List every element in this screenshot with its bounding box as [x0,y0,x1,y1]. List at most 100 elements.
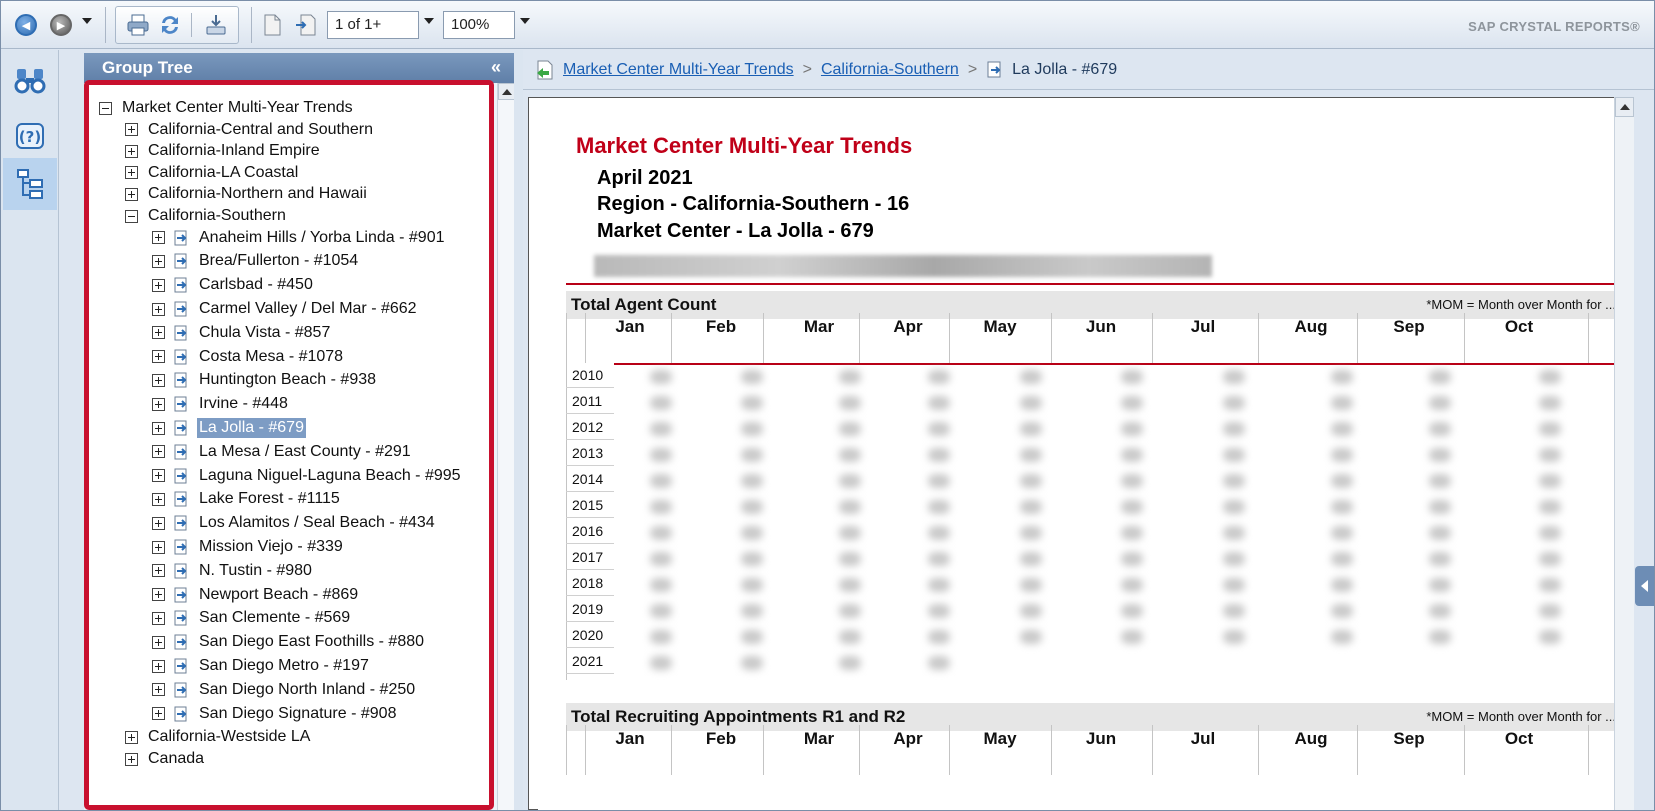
expand-icon[interactable] [152,611,165,625]
tree-node-market-center[interactable]: Los Alamitos / Seal Beach - #434 [152,512,437,534]
tree-node-market-center[interactable]: Carmel Valley / Del Mar - #662 [152,298,419,320]
page-number-input[interactable]: 1 of 1+ [327,11,419,39]
breadcrumb-item-root[interactable]: Market Center Multi-Year Trends [563,61,794,79]
group-tree-panel-button[interactable] [3,158,57,210]
back-button[interactable]: ◀ [13,12,39,38]
expand-icon[interactable] [152,588,165,602]
collapse-panel-button[interactable]: « [486,57,506,77]
collapse-icon[interactable] [125,209,138,223]
tree-node-market-center[interactable]: La Jolla - #679 [152,417,306,439]
forward-button[interactable]: ▶ [48,12,74,38]
tree-node-market-center[interactable]: N. Tustin - #980 [152,560,314,582]
tree-node-label[interactable]: Los Alamitos / Seal Beach - #434 [197,513,437,533]
tree-node-label[interactable]: California-Westside LA [146,727,312,747]
tree-node-label[interactable]: Canada [146,749,206,769]
tree-node-market-center[interactable]: San Diego Metro - #197 [152,655,371,677]
expand-icon[interactable] [152,350,165,364]
tree-node-market-center[interactable]: Costa Mesa - #1078 [152,346,345,368]
expand-icon[interactable] [152,302,165,316]
expand-icon[interactable] [125,730,138,744]
report-scroll-up-button[interactable] [1615,97,1634,117]
expand-icon[interactable] [152,421,165,435]
expand-icon[interactable] [125,144,138,158]
tree-node-label[interactable]: Huntington Beach - #938 [197,370,378,390]
expand-icon[interactable] [125,166,138,180]
tree-node-label[interactable]: Lake Forest - #1115 [197,489,342,509]
export-button[interactable] [203,12,229,38]
tree-node-label[interactable]: Newport Beach - #869 [197,585,360,605]
tree-node-label[interactable]: La Mesa / East County - #291 [197,442,413,462]
collapse-icon[interactable] [99,101,112,115]
tree-node-region[interactable]: California-LA Coastal [125,162,300,184]
expand-icon[interactable] [125,123,138,137]
tree-node-market-center[interactable]: San Clemente - #569 [152,607,352,629]
expand-icon[interactable] [152,445,165,459]
expand-icon[interactable] [125,752,138,766]
tree-node-market-center[interactable]: Newport Beach - #869 [152,584,360,606]
tree-node-region[interactable]: California-Northern and Hawaii [125,183,369,205]
tree-node-label[interactable]: Carlsbad - #450 [197,275,315,295]
tree-node-label[interactable]: San Diego Signature - #908 [197,704,398,724]
tree-node-market-center[interactable]: Brea/Fullerton - #1054 [152,250,360,272]
expand-icon[interactable] [152,707,165,721]
tree-node-market-center[interactable]: San Diego North Inland - #250 [152,679,417,701]
expand-icon[interactable] [152,278,165,292]
tree-node-market-center[interactable]: La Mesa / East County - #291 [152,441,413,463]
expand-icon[interactable] [152,373,165,387]
tree-node-label[interactable]: Anaheim Hills / Yorba Linda - #901 [197,228,447,248]
tree-node-region[interactable]: California-Inland Empire [125,140,322,162]
expand-icon[interactable] [152,564,165,578]
tree-scrollbar[interactable] [497,83,515,810]
tree-node-label[interactable]: California-Northern and Hawaii [146,184,369,204]
expand-icon[interactable] [152,635,165,649]
breadcrumb-item-region[interactable]: California-Southern [821,61,959,79]
tree-node-label[interactable]: San Diego East Foothills - #880 [197,632,426,652]
print-button[interactable] [125,12,151,38]
tree-node-label[interactable]: Irvine - #448 [197,394,290,414]
tree-node-market-center[interactable]: San Diego East Foothills - #880 [152,631,426,653]
tree-node-market-center[interactable]: Anaheim Hills / Yorba Linda - #901 [152,227,447,249]
expand-icon[interactable] [152,254,165,268]
expand-icon[interactable] [125,187,138,201]
tree-node-label[interactable]: California-Central and Southern [146,120,375,140]
expand-icon[interactable] [152,659,165,673]
expand-icon[interactable] [152,683,165,697]
tree-node-region[interactable]: California-Central and Southern [125,119,375,141]
help-panel-button[interactable]: (?) [3,110,57,162]
tree-node-market-center[interactable]: Carlsbad - #450 [152,274,315,296]
tree-node-label[interactable]: Brea/Fullerton - #1054 [197,251,360,271]
expand-icon[interactable] [152,397,165,411]
refresh-button[interactable] [157,12,183,38]
tree-node-label[interactable]: San Diego North Inland - #250 [197,680,417,700]
tree-node-label[interactable]: La Jolla - #679 [197,418,306,438]
expand-icon[interactable] [152,516,165,530]
tree-node-region-expanded[interactable]: California-Southern [125,205,288,227]
scroll-up-button[interactable] [498,83,515,100]
tree-node-label[interactable]: San Diego Metro - #197 [197,656,371,676]
expand-icon[interactable] [152,326,165,340]
tree-node-label[interactable]: Mission Viejo - #339 [197,537,345,557]
first-page-button[interactable] [259,12,285,38]
tree-node-market-center[interactable]: San Diego Signature - #908 [152,703,398,725]
tree-node-label[interactable]: San Clemente - #569 [197,608,352,628]
search-panel-button[interactable] [3,54,57,106]
zoom-dropdown-arrow[interactable] [520,18,530,24]
tree-node-label[interactable]: Market Center Multi-Year Trends [120,98,355,118]
tree-node-label[interactable]: Chula Vista - #857 [197,323,332,343]
tree-node-market-center[interactable]: Lake Forest - #1115 [152,488,342,510]
tree-node-region[interactable]: California-Westside LA [125,726,312,748]
tree-node-market-center[interactable]: Huntington Beach - #938 [152,369,378,391]
page-dropdown-arrow[interactable] [424,18,434,24]
tree-node-root[interactable]: Market Center Multi-Year Trends [99,97,355,119]
tree-node-label[interactable]: Costa Mesa - #1078 [197,347,345,367]
tree-node-market-center[interactable]: Chula Vista - #857 [152,322,332,344]
tree-node-market-center[interactable]: Irvine - #448 [152,393,290,415]
history-dropdown-arrow[interactable] [82,18,92,24]
tree-node-market-center[interactable]: Laguna Niguel-Laguna Beach - #995 [152,465,463,487]
expand-icon[interactable] [152,492,165,506]
expand-icon[interactable] [152,469,165,483]
tree-node-label[interactable]: California-LA Coastal [146,163,300,183]
expand-side-panel-tab[interactable] [1635,566,1654,606]
tree-node-label[interactable]: California-Inland Empire [146,141,322,161]
zoom-input[interactable]: 100% [443,11,515,39]
